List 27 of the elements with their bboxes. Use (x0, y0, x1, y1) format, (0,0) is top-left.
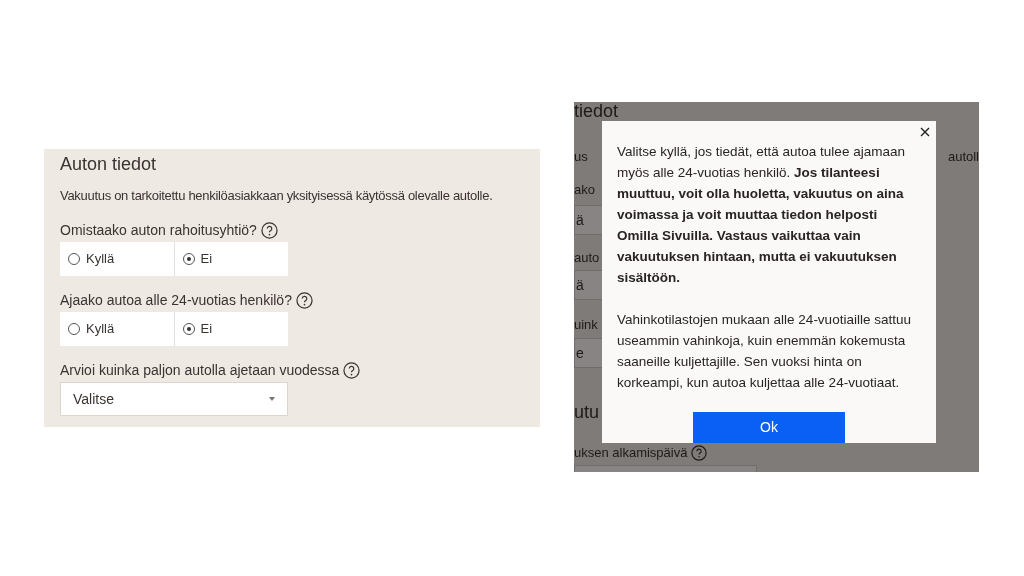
section-heading: tiedot (574, 102, 620, 120)
help-icon[interactable] (343, 361, 361, 379)
dialog-paragraph: Valitse kyllä, jos tiedät, että autoa tulee ajamaan myös alle 24-vuotias henkilö. Jos tilanteesi muuttuu, voit olla huoletta, vakuutus on aina voimassa ja voit muuttaa tiedon helposti Omilla Sivuilla. Vastaus vaikuttaa vain vakuutuksen hintaan, mutta ei vakuutuksen sisältöön. (617, 143, 906, 287)
question-label: Ajaako autoa alle 24-vuotias henkilö? (60, 291, 292, 310)
close-icon[interactable] (920, 127, 930, 137)
select-field[interactable]: Valitse (60, 382, 288, 416)
form-heading: Auton tiedot (60, 153, 158, 176)
field-label: uink (574, 316, 598, 334)
dialog-paragraph: Vahinkotilastojen mukaan alle 24-vuotiaille sattuu useammin vahinkoja, kuin enemmän kokemusta saaneille kuljettajille. Sen vuoksi hinta on korkeampi, kun autoa kuljettaa alle 24-vuotiaat. (617, 311, 912, 392)
field-label: us (574, 148, 588, 166)
section-heading: utu (574, 401, 601, 424)
question-label: Arvioi kuinka paljon autolla ajetaan vuodessa (60, 361, 340, 380)
help-icon[interactable] (691, 445, 708, 461)
radio-option[interactable]: Ei (173, 242, 288, 276)
help-icon[interactable] (295, 291, 313, 309)
help-icon[interactable] (260, 221, 278, 239)
radio-option[interactable]: Ei (173, 312, 288, 346)
question-label: Omistaako auton rahoitusyhtiö? (60, 221, 257, 240)
radio-option[interactable]: Kyllä (60, 312, 174, 346)
field-label: ako (574, 181, 595, 199)
ok-button[interactable]: Ok (693, 412, 845, 443)
caret-icon (269, 397, 275, 401)
radio-option[interactable]: Kyllä (60, 242, 174, 276)
intro-text: Vakuutus on tarkoitettu henkilöasiakkaan yksityisessä käytössä olevalle autolle. (60, 187, 494, 205)
field-label: auto (574, 249, 600, 267)
field-label: autoll (947, 148, 979, 166)
field-label: uksen alkamispäivä (574, 444, 688, 462)
